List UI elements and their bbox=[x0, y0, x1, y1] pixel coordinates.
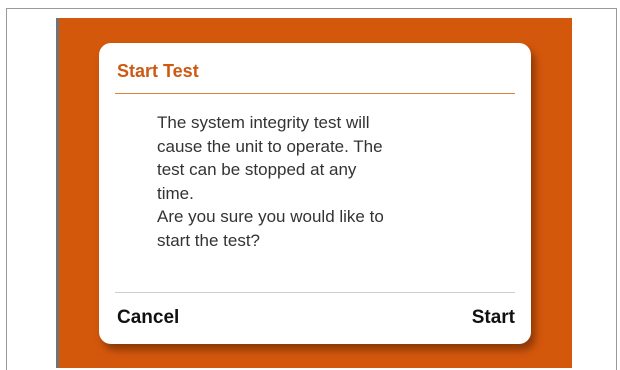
dialog-message: The system integrity test will cause the… bbox=[157, 113, 384, 250]
start-button[interactable]: Start bbox=[472, 307, 515, 329]
title-divider bbox=[115, 93, 515, 94]
start-test-dialog: Start Test The system integrity test wil… bbox=[99, 43, 531, 344]
dialog-title: Start Test bbox=[117, 61, 199, 81]
cancel-button[interactable]: Cancel bbox=[117, 307, 179, 329]
footer-divider bbox=[115, 292, 515, 293]
